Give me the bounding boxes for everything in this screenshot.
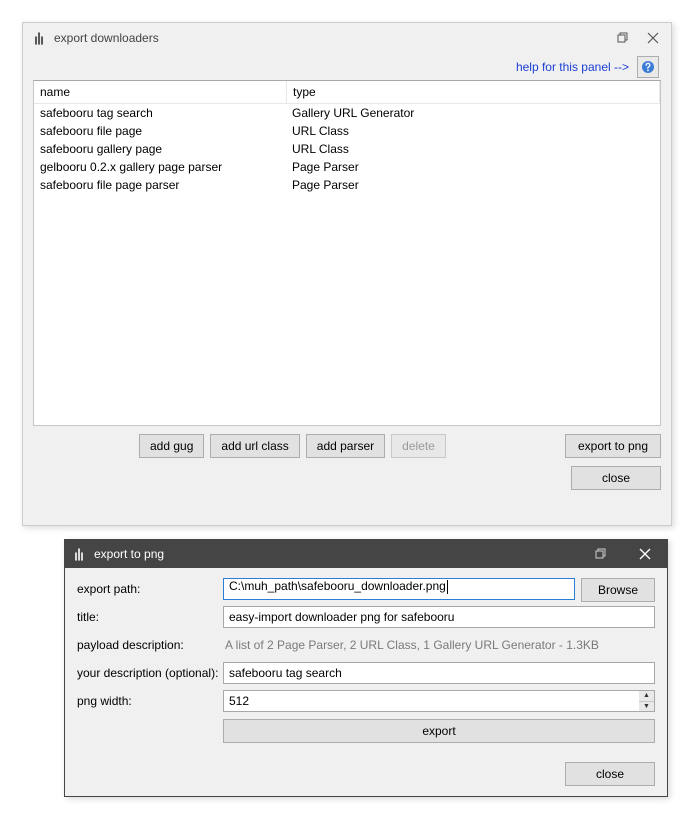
add-gug-button[interactable]: add gug <box>139 434 204 458</box>
cell-name: gelbooru 0.2.x gallery page parser <box>34 160 286 174</box>
help-button[interactable] <box>637 56 659 78</box>
window-title: export downloaders <box>54 31 617 45</box>
window-controls <box>617 32 663 44</box>
cell-type: URL Class <box>286 124 660 138</box>
row-png-width: png width: ▲ ▼ <box>77 690 655 712</box>
export-button[interactable]: export <box>223 719 655 743</box>
list-header: name type <box>34 81 660 104</box>
cell-type: URL Class <box>286 142 660 156</box>
export-downloaders-window: export downloaders help for this panel -… <box>22 22 672 526</box>
label-title: title: <box>77 610 223 624</box>
titlebar[interactable]: export downloaders <box>23 23 671 53</box>
export-to-png-window: export to png export path: C:\muh_path\s… <box>64 539 668 797</box>
stepper-down-icon[interactable]: ▼ <box>639 702 654 712</box>
titlebar[interactable]: export to png <box>65 540 667 568</box>
table-row[interactable]: gelbooru 0.2.x gallery page parser Page … <box>34 158 660 176</box>
payload-description-text: A list of 2 Page Parser, 2 URL Class, 1 … <box>223 634 655 656</box>
close-button[interactable]: close <box>565 762 655 786</box>
close-row: close <box>77 762 655 786</box>
png-width-input[interactable] <box>223 690 639 712</box>
png-width-stepper[interactable]: ▲ ▼ <box>223 690 655 712</box>
stepper-buttons: ▲ ▼ <box>639 690 655 712</box>
panel-body: help for this panel --> name type safebo… <box>33 54 661 490</box>
close-button[interactable]: close <box>571 466 661 490</box>
close-icon[interactable] <box>623 540 667 568</box>
cell-type: Gallery URL Generator <box>286 106 660 120</box>
action-button-row: add gug add url class add parser delete … <box>33 434 661 458</box>
column-header-type[interactable]: type <box>287 81 660 103</box>
app-icon <box>31 30 47 46</box>
row-title: title: <box>77 606 655 628</box>
browse-button[interactable]: Browse <box>581 578 655 602</box>
title-input[interactable] <box>223 606 655 628</box>
restore-icon[interactable] <box>617 32 629 44</box>
row-your-description: your description (optional): <box>77 662 655 684</box>
label-png-width: png width: <box>77 694 223 708</box>
export-path-value: C:\muh_path\safebooru_downloader.png <box>229 579 446 593</box>
cell-type: Page Parser <box>286 178 660 192</box>
downloaders-list[interactable]: name type safebooru tag search Gallery U… <box>33 80 661 426</box>
list-body: safebooru tag search Gallery URL Generat… <box>34 104 660 194</box>
help-icon <box>641 60 655 74</box>
cell-name: safebooru file page <box>34 124 286 138</box>
add-parser-button[interactable]: add parser <box>306 434 385 458</box>
delete-button: delete <box>391 434 446 458</box>
window-controls <box>579 540 667 568</box>
cell-name: safebooru file page parser <box>34 178 286 192</box>
table-row[interactable]: safebooru file page URL Class <box>34 122 660 140</box>
table-row[interactable]: safebooru gallery page URL Class <box>34 140 660 158</box>
label-export-path: export path: <box>77 582 223 596</box>
stepper-up-icon[interactable]: ▲ <box>639 691 654 702</box>
row-export-path: export path: C:\muh_path\safebooru_downl… <box>77 578 655 600</box>
add-url-class-button[interactable]: add url class <box>210 434 299 458</box>
column-header-name[interactable]: name <box>34 81 287 103</box>
restore-icon[interactable] <box>579 540 623 568</box>
window-title: export to png <box>94 547 579 561</box>
close-icon[interactable] <box>647 32 659 44</box>
row-payload-description: payload description: A list of 2 Page Pa… <box>77 634 655 656</box>
cell-type: Page Parser <box>286 160 660 174</box>
label-your-description: your description (optional): <box>77 666 223 680</box>
table-row[interactable]: safebooru tag search Gallery URL Generat… <box>34 104 660 122</box>
label-payload-description: payload description: <box>77 638 223 652</box>
cell-name: safebooru gallery page <box>34 142 286 156</box>
export-to-png-button[interactable]: export to png <box>565 434 661 458</box>
export-path-input[interactable]: C:\muh_path\safebooru_downloader.png <box>223 578 575 600</box>
app-icon <box>71 546 87 562</box>
table-row[interactable]: safebooru file page parser Page Parser <box>34 176 660 194</box>
close-row: close <box>33 466 661 490</box>
row-export: export <box>77 718 655 742</box>
text-caret-icon <box>447 580 448 594</box>
form-body: export path: C:\muh_path\safebooru_downl… <box>65 568 667 796</box>
help-row: help for this panel --> <box>33 54 661 80</box>
help-link[interactable]: help for this panel --> <box>516 60 629 74</box>
your-description-input[interactable] <box>223 662 655 684</box>
cell-name: safebooru tag search <box>34 106 286 120</box>
